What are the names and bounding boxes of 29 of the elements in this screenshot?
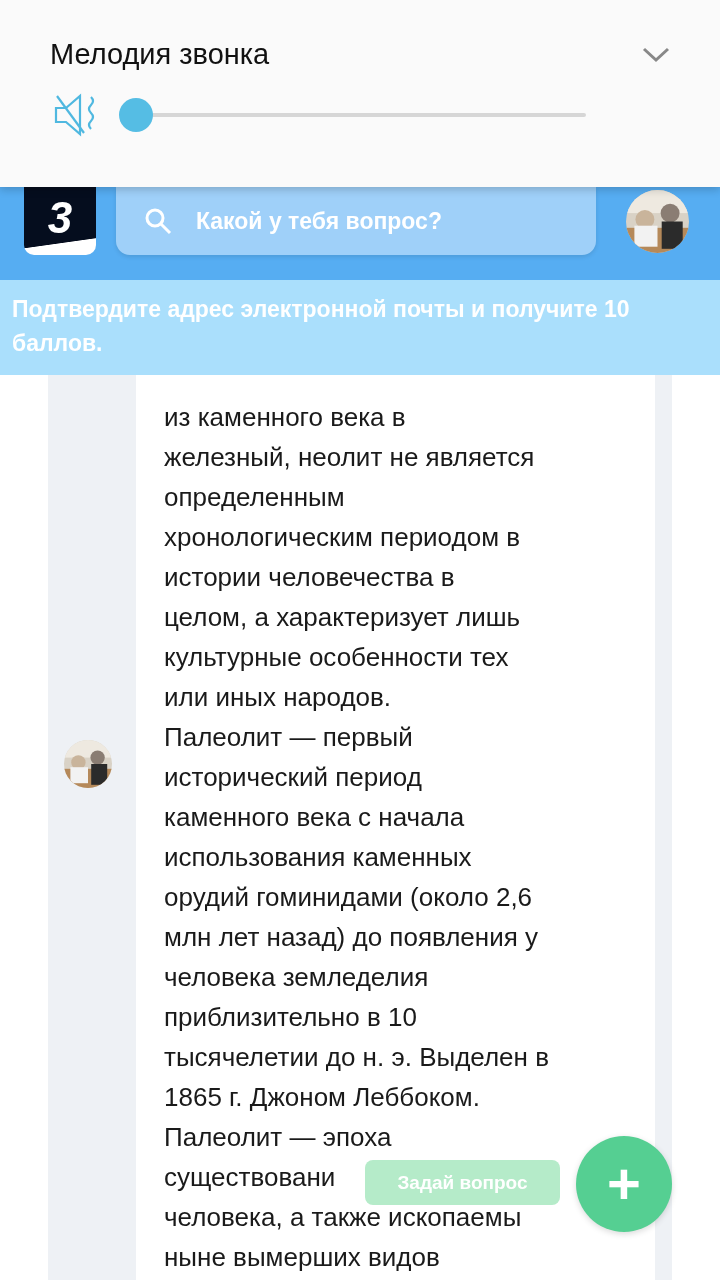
panel-title: Мелодия звонка bbox=[50, 38, 270, 71]
answer-text-line: использования каменных bbox=[164, 841, 472, 874]
answer-text-line: железный, неолит не является bbox=[164, 441, 535, 474]
answer-text-line: хронологическим периодом в bbox=[164, 521, 521, 554]
answer-text-line: определенным bbox=[164, 481, 345, 514]
answer-text-line: из каменного века в bbox=[164, 401, 406, 434]
answer-text-line: млн лет назад) до появления у bbox=[164, 921, 538, 954]
chevron-down-icon[interactable] bbox=[642, 46, 670, 63]
answer-text-line: 1865 г. Джоном Леббоком. bbox=[164, 1081, 480, 1114]
answer-text-line: Палеолит — эпоха bbox=[164, 1121, 392, 1154]
answer-text-line: целом, а характеризует лишь bbox=[164, 601, 521, 634]
logo[interactable]: 3 bbox=[24, 187, 96, 255]
answer-text-line: культурные особенности тех bbox=[164, 641, 509, 674]
answer-text-line: каменного века с начала bbox=[164, 801, 465, 834]
answer-text-line: существовани bbox=[164, 1161, 336, 1194]
answer-text-line: орудий гоминидами (около 2,6 bbox=[164, 881, 533, 914]
ask-question-button[interactable]: Задай вопрос bbox=[365, 1160, 560, 1205]
answer-text-line: тысячелетии до н. э. Выделен в bbox=[164, 1041, 549, 1074]
verify-email-banner: Подтвердите адрес электронной почты и получите 10 баллов. bbox=[0, 280, 720, 375]
answer-text-line: приблизительно в 10 bbox=[164, 1001, 417, 1034]
search-icon bbox=[144, 207, 172, 235]
slider-thumb[interactable] bbox=[119, 98, 153, 132]
answer-text-line: Палеолит — первый bbox=[164, 721, 413, 754]
answer-text-line: ныне вымерших видов bbox=[164, 1241, 440, 1274]
answer-text-line: или иных народов. bbox=[164, 681, 392, 714]
answer-text-line: человека земледелия bbox=[164, 961, 429, 994]
answer-text-line: истории человечества в bbox=[164, 561, 455, 594]
search-field[interactable]: Какой у тебя вопрос? bbox=[116, 187, 596, 255]
answer-text-line: исторический период bbox=[164, 761, 422, 794]
